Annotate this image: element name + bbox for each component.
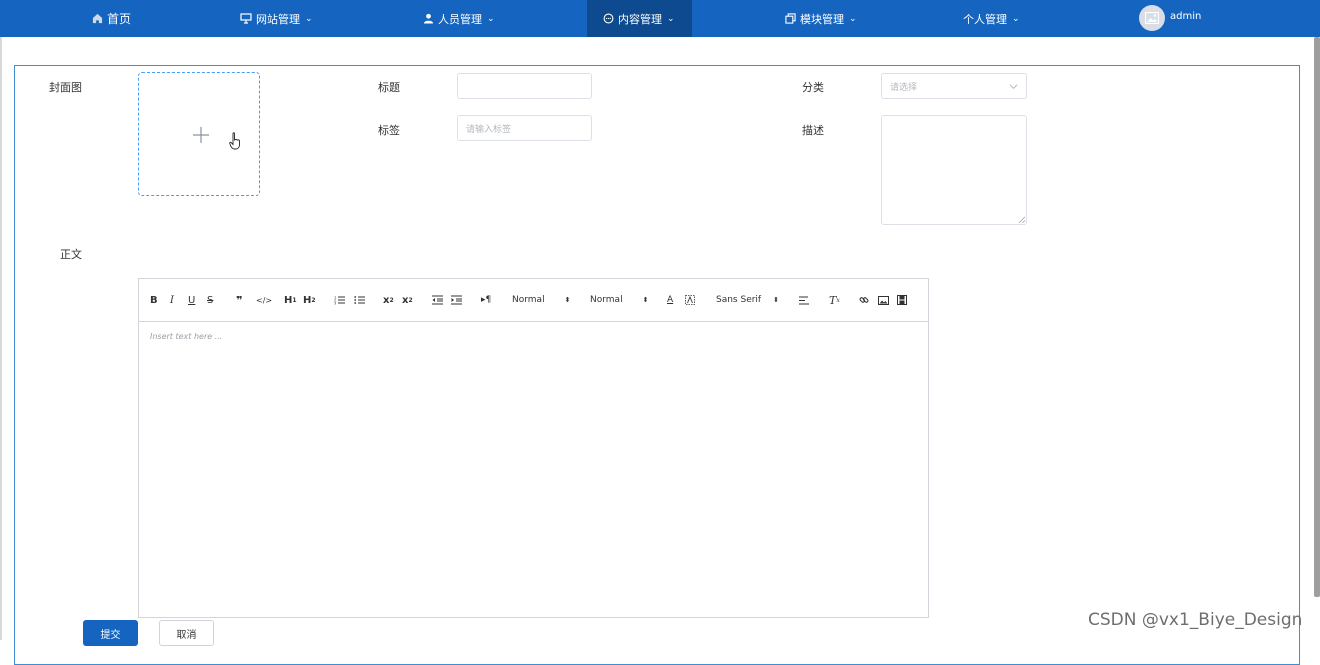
tag-label: 标签 xyxy=(378,124,400,137)
background-color-icon[interactable] xyxy=(685,293,695,307)
chevron-down-icon: ⌄ xyxy=(667,13,675,24)
font-size-value-1: Normal xyxy=(512,295,545,305)
subscript-button[interactable]: x2 xyxy=(383,293,394,307)
bullet-list-icon[interactable] xyxy=(354,293,365,307)
code-block-button[interactable]: </> xyxy=(256,293,272,307)
header-2-button[interactable]: H2 xyxy=(303,293,316,307)
cover-label: 封面图 xyxy=(49,81,82,94)
tag-input[interactable]: 请输入标签 xyxy=(457,115,592,141)
chevron-down-icon xyxy=(1009,84,1018,90)
category-select[interactable]: 请选择 xyxy=(881,73,1027,99)
indent-icon[interactable] xyxy=(451,293,462,307)
font-size-value-2: Normal xyxy=(590,295,623,305)
strike-button[interactable]: S xyxy=(207,293,213,307)
chevron-down-icon: ⌄ xyxy=(1012,13,1020,24)
copy-icon xyxy=(785,13,796,24)
font-size-select-1[interactable]: Normal ⬍ xyxy=(512,293,570,307)
text-direction-button[interactable]: ▸¶ xyxy=(481,293,491,307)
underline-button[interactable]: U xyxy=(188,293,195,307)
user-icon xyxy=(423,13,434,24)
picker-arrows-icon: ⬍ xyxy=(773,296,779,304)
nav-item-home[interactable]: 首页 xyxy=(92,0,131,37)
nav-item-website[interactable]: 网站管理 ⌄ xyxy=(240,0,313,37)
link-icon[interactable] xyxy=(859,293,869,307)
resize-handle-icon[interactable] xyxy=(1018,216,1025,223)
body-label: 正文 xyxy=(60,248,82,261)
cancel-button[interactable]: 取消 xyxy=(159,620,214,646)
scrollbar[interactable] xyxy=(1314,37,1320,597)
avatar[interactable] xyxy=(1139,5,1165,31)
home-icon xyxy=(92,13,103,24)
title-input[interactable] xyxy=(457,73,592,99)
video-icon[interactable] xyxy=(897,293,907,307)
chat-icon xyxy=(603,13,614,24)
nav-item-personal[interactable]: 个人管理 ⌄ xyxy=(963,0,1020,37)
user-name[interactable]: admin xyxy=(1170,11,1201,22)
category-placeholder: 请选择 xyxy=(890,82,918,93)
nav-label-home: 首页 xyxy=(107,12,132,26)
monitor-icon xyxy=(240,13,252,24)
clear-format-button[interactable]: Tx xyxy=(829,293,840,307)
description-label: 描述 xyxy=(802,124,824,137)
picker-arrows-icon: ⬍ xyxy=(564,296,571,304)
nav-item-modules[interactable]: 模块管理 ⌄ xyxy=(785,0,857,37)
nav-label-modules: 模块管理 xyxy=(800,12,844,26)
image-placeholder-icon xyxy=(1145,12,1159,24)
nav-item-content[interactable]: 内容管理 ⌄ xyxy=(587,0,692,37)
rich-text-editor: B I U S ❞ </> H1 H2 123 x2 x2 ▸¶ Normal … xyxy=(138,278,929,618)
hand-cursor-icon xyxy=(229,132,240,150)
ordered-list-icon[interactable]: 123 xyxy=(334,293,345,307)
editor-toolbar: B I U S ❞ </> H1 H2 123 x2 x2 ▸¶ Normal … xyxy=(139,279,928,322)
superscript-button[interactable]: x2 xyxy=(402,293,413,307)
submit-button[interactable]: 提交 xyxy=(83,620,138,646)
chevron-down-icon: ⌄ xyxy=(305,13,313,24)
svg-text:3: 3 xyxy=(334,302,336,306)
align-icon[interactable] xyxy=(799,293,809,307)
nav-label-personal: 个人管理 xyxy=(963,12,1007,26)
top-nav: 首页 网站管理 ⌄ 人员管理 ⌄ 内容管理 ⌄ 模块管理 ⌄ 个人管理 ⌄ ad… xyxy=(0,0,1320,37)
cover-upload[interactable] xyxy=(138,72,260,196)
font-size-select-2[interactable]: Normal ⬍ xyxy=(590,293,648,307)
font-family-select[interactable]: Sans Serif ⬍ xyxy=(716,293,779,307)
nav-label-content: 内容管理 xyxy=(618,12,662,26)
page-edge xyxy=(0,37,2,640)
title-label: 标题 xyxy=(378,81,400,94)
nav-label-people: 人员管理 xyxy=(438,12,482,26)
italic-button[interactable]: I xyxy=(170,293,174,307)
picker-arrows-icon: ⬍ xyxy=(642,296,649,304)
outdent-icon[interactable] xyxy=(432,293,443,307)
nav-label-website: 网站管理 xyxy=(256,12,300,26)
watermark-text: CSDN @vx1_Biye_Design xyxy=(1088,610,1303,630)
bold-button[interactable]: B xyxy=(150,293,158,307)
description-textarea[interactable] xyxy=(881,115,1027,225)
header-1-button[interactable]: H1 xyxy=(284,293,297,307)
editor-placeholder[interactable]: Insert text here ... xyxy=(150,332,222,341)
text-color-button[interactable]: A xyxy=(667,293,673,307)
nav-item-people[interactable]: 人员管理 ⌄ xyxy=(423,0,495,37)
category-label: 分类 xyxy=(802,81,824,94)
font-family-value: Sans Serif xyxy=(716,295,762,305)
image-icon[interactable] xyxy=(878,293,889,307)
blockquote-button[interactable]: ❞ xyxy=(236,293,242,307)
chevron-down-icon: ⌄ xyxy=(849,13,857,24)
plus-icon xyxy=(193,127,209,143)
chevron-down-icon: ⌄ xyxy=(487,13,495,24)
